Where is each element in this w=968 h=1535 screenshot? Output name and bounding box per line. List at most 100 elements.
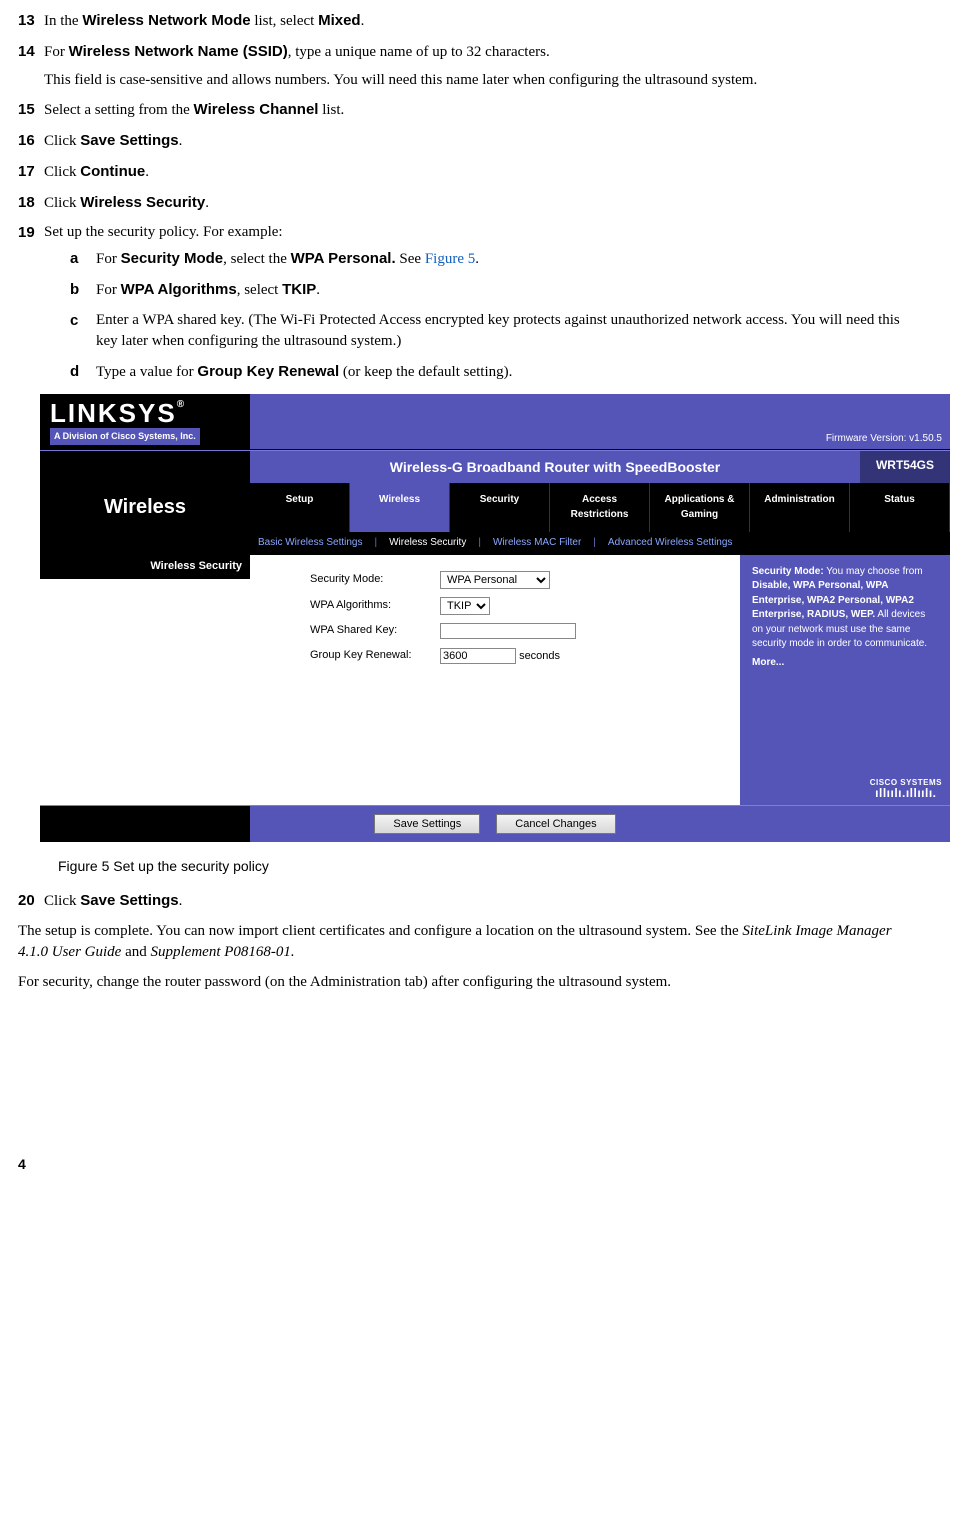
- figure-link[interactable]: Figure 5: [425, 251, 475, 267]
- substep-text: , select: [237, 282, 282, 298]
- term: Continue: [80, 163, 145, 180]
- tab-row: Setup Wireless Security Access Restricti…: [250, 483, 950, 532]
- step-number: 16: [18, 130, 35, 152]
- division-text: A Division of Cisco Systems, Inc.: [50, 428, 200, 445]
- step-text: , type a unique name of up to 32 charact…: [288, 44, 550, 60]
- more-label: More...: [752, 657, 784, 668]
- substep-c: c Enter a WPA shared key. (The Wi-Fi Pro…: [70, 310, 914, 354]
- step-19: 19 Set up the security policy. For examp…: [18, 222, 914, 384]
- step-text: .: [145, 164, 149, 180]
- step-text: Click: [44, 195, 80, 211]
- label-security-mode: Security Mode:: [310, 572, 440, 588]
- help-panel: Security Mode: You may choose from Disab…: [740, 555, 950, 805]
- step-text: .: [361, 13, 365, 29]
- router-header: LINKSYS® A Division of Cisco Systems, In…: [40, 394, 950, 450]
- step-text: Click: [44, 133, 80, 149]
- product-name: Wireless-G Broadband Router with SpeedBo…: [250, 451, 860, 483]
- tab-administration[interactable]: Administration: [750, 483, 850, 532]
- subtab-wireless-security[interactable]: Wireless Security: [381, 532, 474, 555]
- tab-access-restrictions[interactable]: Access Restrictions: [550, 483, 650, 532]
- subtab-advanced[interactable]: Advanced Wireless Settings: [600, 532, 741, 555]
- subtab-mac-filter[interactable]: Wireless MAC Filter: [485, 532, 589, 555]
- term: Wireless Network Mode: [82, 12, 250, 29]
- separator: |: [474, 532, 485, 555]
- step-list: 13 In the Wireless Network Mode list, se…: [18, 10, 914, 384]
- tab-applications-gaming[interactable]: Applications & Gaming: [650, 483, 750, 532]
- router-footer: Save Settings Cancel Changes: [40, 805, 950, 842]
- input-wpa-shared-key[interactable]: [440, 623, 576, 639]
- cancel-changes-button[interactable]: Cancel Changes: [496, 814, 615, 834]
- input-group-key-renewal[interactable]: [440, 648, 516, 664]
- substep-text: For: [96, 251, 121, 267]
- tab-security[interactable]: Security: [450, 483, 550, 532]
- spacer: [740, 806, 950, 842]
- step-number: 19: [18, 222, 35, 244]
- brand-name: LINKSYS: [50, 398, 177, 428]
- term: Wireless Network Name (SSID): [69, 43, 288, 60]
- step-17: 17 Click Continue.: [18, 161, 914, 184]
- term: Save Settings: [80, 892, 178, 909]
- unit-seconds: seconds: [519, 650, 560, 662]
- term: WPA Personal.: [291, 250, 396, 267]
- substep-text: (or keep the default setting).: [339, 364, 512, 380]
- row-wpa-algorithms: WPA Algorithms: TKIP: [310, 597, 726, 615]
- substep-text: For: [96, 282, 121, 298]
- step-20: 20 Click Save Settings.: [18, 890, 914, 913]
- subtab-row: Basic Wireless Settings | Wireless Secur…: [250, 532, 950, 555]
- help-more-link[interactable]: More...: [752, 656, 938, 671]
- closing-paragraph-1: The setup is complete. You can now impor…: [18, 921, 914, 965]
- spacer: [40, 806, 250, 842]
- substep-text: .: [316, 282, 320, 298]
- spacer: [40, 532, 250, 555]
- step-number: 14: [18, 41, 35, 63]
- term: Mixed: [318, 12, 361, 29]
- linksys-logo-block: LINKSYS® A Division of Cisco Systems, In…: [40, 394, 250, 449]
- step-number: 17: [18, 161, 35, 183]
- step-number: 20: [18, 890, 35, 912]
- term: WPA Algorithms: [121, 281, 237, 298]
- step-13: 13 In the Wireless Network Mode list, se…: [18, 10, 914, 33]
- substep-letter: d: [70, 361, 79, 383]
- step-16: 16 Click Save Settings.: [18, 130, 914, 153]
- substep-text: Type a value for: [96, 364, 197, 380]
- spacer: [40, 451, 250, 483]
- step-list-continued: 20 Click Save Settings.: [18, 890, 914, 913]
- tab-status[interactable]: Status: [850, 483, 950, 532]
- row-security-mode: Security Mode: WPA Personal: [310, 571, 726, 589]
- substep-text: See: [396, 251, 425, 267]
- step-text: list.: [318, 102, 344, 118]
- firmware-version: Firmware Version: v1.50.5: [826, 432, 942, 447]
- step-text: Set up the security policy. For example:: [44, 224, 283, 240]
- subtab-basic-wireless[interactable]: Basic Wireless Settings: [250, 532, 370, 555]
- step-text: Click: [44, 164, 80, 180]
- row-wpa-shared-key: WPA Shared Key:: [310, 623, 726, 640]
- step-text: For: [44, 44, 69, 60]
- text: The setup is complete. You can now impor…: [18, 923, 742, 939]
- step-number: 13: [18, 10, 35, 32]
- help-heading: Security Mode:: [752, 566, 824, 577]
- step-15: 15 Select a setting from the Wireless Ch…: [18, 99, 914, 122]
- router-admin-page: LINKSYS® A Division of Cisco Systems, In…: [40, 394, 950, 842]
- settings-form: Security Mode: WPA Personal WPA Algorith…: [250, 555, 740, 805]
- label-wpa-algorithms: WPA Algorithms:: [310, 598, 440, 614]
- substep-b: b For WPA Algorithms, select TKIP.: [70, 279, 914, 302]
- substep-letter: c: [70, 310, 78, 332]
- tab-setup[interactable]: Setup: [250, 483, 350, 532]
- router-body: Wireless Security Security Mode: WPA Per…: [40, 555, 950, 805]
- brand-text: LINKSYS®: [50, 400, 240, 426]
- substep-a: a For Security Mode, select the WPA Pers…: [70, 248, 914, 271]
- select-wpa-algorithms[interactable]: TKIP: [440, 597, 490, 615]
- save-settings-button[interactable]: Save Settings: [374, 814, 480, 834]
- separator: |: [589, 532, 600, 555]
- select-security-mode[interactable]: WPA Personal: [440, 571, 550, 589]
- step-text: In the: [44, 13, 82, 29]
- product-row: Wireless-G Broadband Router with SpeedBo…: [40, 450, 950, 483]
- page-number: 4: [18, 1154, 914, 1174]
- step-number: 15: [18, 99, 35, 121]
- term: Group Key Renewal: [197, 363, 339, 380]
- term: Wireless Channel: [194, 101, 319, 118]
- left-column: Wireless Security: [40, 555, 250, 805]
- row-group-key-renewal: Group Key Renewal: seconds: [310, 648, 726, 665]
- step-text: list, select: [251, 13, 319, 29]
- tab-wireless[interactable]: Wireless: [350, 483, 450, 532]
